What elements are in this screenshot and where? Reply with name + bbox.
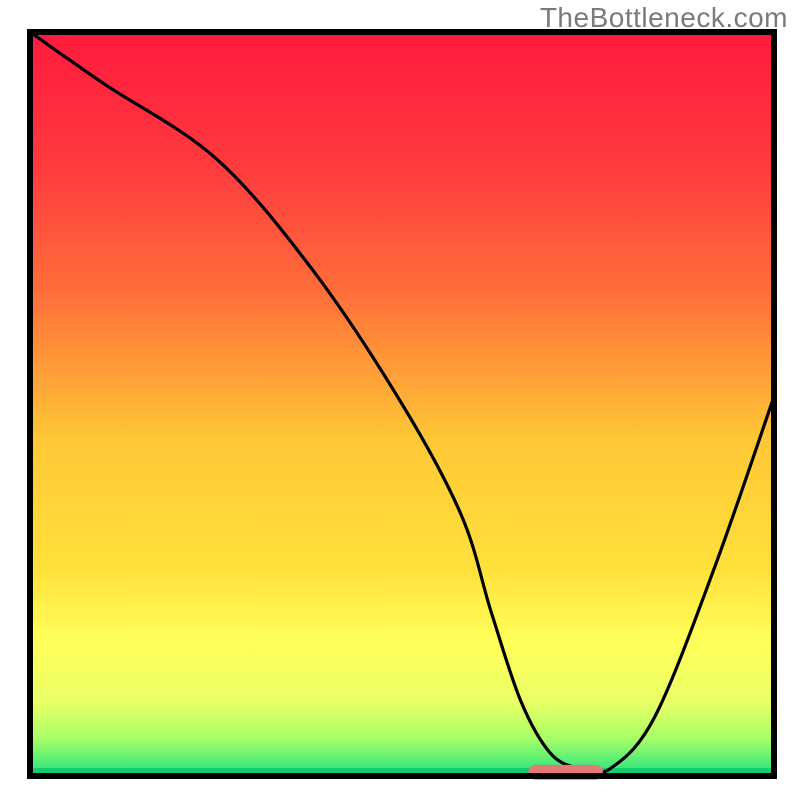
watermark-label: TheBottleneck.com xyxy=(540,2,788,34)
chart-container: TheBottleneck.com xyxy=(0,0,800,800)
bottleneck-chart xyxy=(0,0,800,800)
